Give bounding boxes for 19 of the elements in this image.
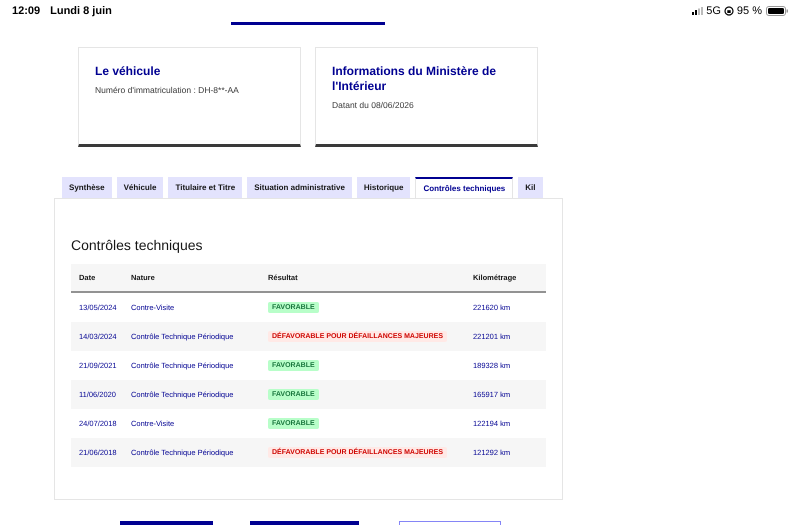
- tab[interactable]: Véhicule: [116, 177, 164, 198]
- network-label: 5G: [706, 4, 721, 19]
- tab[interactable]: Situation administrative: [247, 177, 352, 198]
- tab[interactable]: Contrôles techniques: [415, 177, 514, 198]
- panel-title: Contrôles techniques: [71, 236, 204, 255]
- tab[interactable]: Titulaire et Titre: [168, 177, 242, 198]
- signal-icon: [692, 7, 704, 15]
- battery-label: 95 %: [736, 4, 762, 19]
- status-date: Lundi 8 juin: [50, 4, 112, 19]
- card-title: Informations du Ministère de l'Intérieur: [332, 64, 498, 94]
- rotation-lock-icon: [724, 6, 734, 16]
- card-subtitle: Datant du 08/06/2026: [332, 99, 415, 112]
- battery-icon: [766, 6, 788, 16]
- status-time: 12:09: [12, 4, 40, 19]
- tab[interactable]: Historique: [356, 177, 410, 198]
- card-title: Le véhicule: [95, 64, 162, 79]
- tab[interactable]: Synthèse: [62, 177, 112, 198]
- tab[interactable]: Kil: [518, 177, 542, 198]
- card-subtitle: Numéro d'immatriculation : DH-8**-AA: [95, 84, 240, 97]
